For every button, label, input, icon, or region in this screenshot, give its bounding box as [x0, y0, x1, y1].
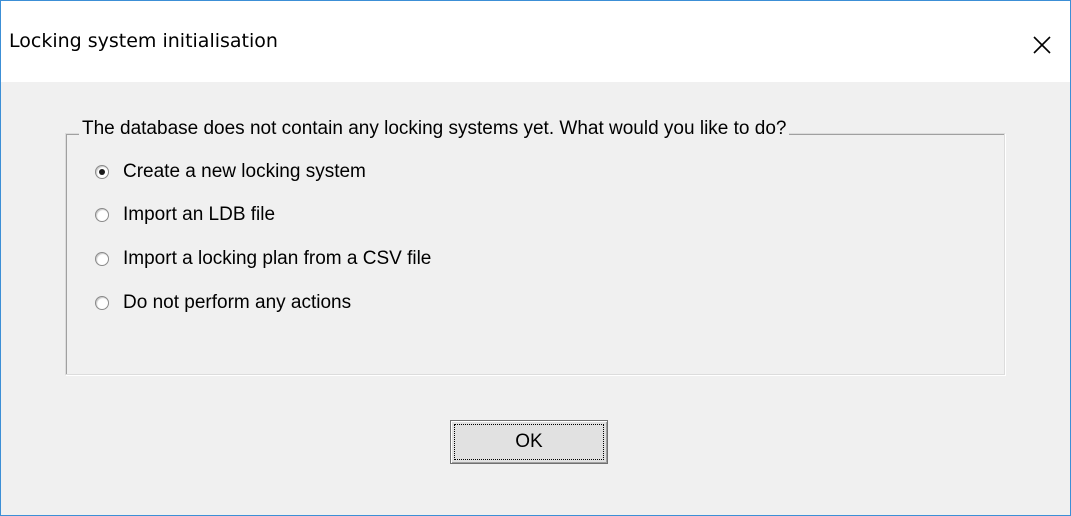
close-button[interactable] — [1014, 17, 1070, 73]
title-bar: Locking system initialisation — [1, 1, 1070, 82]
close-icon — [1032, 35, 1052, 55]
radio-label: Import a locking plan from a CSV file — [123, 248, 432, 269]
radio-label: Do not perform any actions — [123, 292, 352, 313]
ok-button-label: OK — [515, 431, 543, 452]
radio-create-new-locking-system[interactable]: Create a new locking system — [95, 158, 366, 186]
radio-button[interactable] — [95, 165, 109, 179]
radio-button[interactable] — [95, 252, 109, 266]
radio-button[interactable] — [95, 296, 109, 310]
radio-button[interactable] — [95, 208, 109, 222]
ok-button[interactable]: OK — [450, 420, 608, 464]
radio-label: Import an LDB file — [123, 204, 276, 225]
radio-label: Create a new locking system — [123, 161, 366, 182]
dialog-window: Locking system initialisation The databa… — [0, 0, 1071, 516]
groupbox-legend: The database does not contain any lockin… — [79, 118, 790, 140]
radio-no-action[interactable]: Do not perform any actions — [95, 289, 351, 317]
radio-import-ldb-file[interactable]: Import an LDB file — [95, 201, 275, 229]
radio-import-csv-locking-plan[interactable]: Import a locking plan from a CSV file — [95, 245, 431, 273]
window-title: Locking system initialisation — [9, 30, 278, 52]
